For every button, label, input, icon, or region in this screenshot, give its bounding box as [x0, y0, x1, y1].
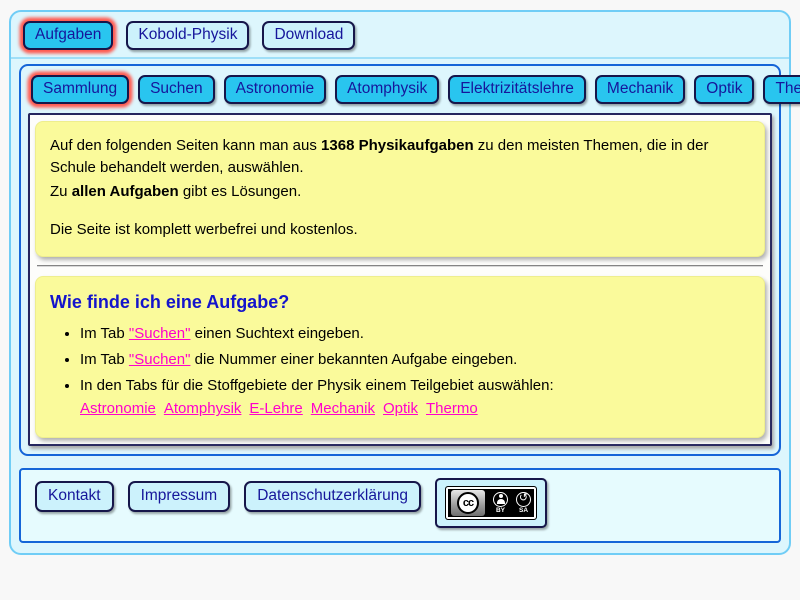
sub-nav-tab[interactable]: Suchen	[138, 75, 215, 104]
sub-nav-tab[interactable]: Astronomie	[224, 75, 326, 104]
intro-line2-post: gibt es Lösungen.	[179, 183, 302, 200]
topic-link[interactable]: Thermo	[426, 400, 478, 417]
cc-sa-column: ↺ SA	[516, 492, 531, 515]
attribution-person-icon	[493, 492, 508, 507]
footer-button[interactable]: Kontakt	[35, 481, 114, 512]
topic-link[interactable]: Atomphysik	[164, 400, 242, 417]
intro-line-2: Zu allen Aufgaben gibt es Lösungen.	[50, 181, 750, 203]
intro-line2-pre: Zu	[50, 183, 72, 200]
sub-nav-tab[interactable]: Atomphysik	[335, 75, 439, 104]
howto-list: Im Tab "Suchen" einen Suchtext eingeben.…	[50, 323, 750, 420]
topic-link[interactable]: Astronomie	[80, 400, 156, 417]
howto-panel: Wie finde ich eine Aufgabe? Im Tab "Such…	[35, 276, 765, 438]
top-nav-tab[interactable]: Download	[262, 21, 355, 50]
howto-item-search-number: Im Tab "Suchen" die Nummer einer bekannt…	[80, 349, 750, 371]
cc-icon: cc	[457, 492, 479, 514]
sub-nav-tab[interactable]: Mechanik	[595, 75, 685, 104]
content-box: Auf den folgenden Seiten kann man aus 13…	[28, 113, 772, 446]
cc-by-column: BY	[493, 492, 508, 515]
howto-item2-pre: Im Tab	[80, 351, 129, 368]
cc-logo-background: cc	[451, 490, 485, 516]
howto-item-topics: In den Tabs für die Stoffgebiete der Phy…	[80, 375, 750, 421]
license-button[interactable]: cc BY ↺ SA	[435, 478, 547, 528]
topic-link[interactable]: Optik	[383, 400, 418, 417]
top-nav-tab[interactable]: Aufgaben	[23, 21, 113, 50]
sub-nav: Sammlung Suchen Astronomie Atomphysik El…	[28, 75, 772, 113]
howto-item-search-text: Im Tab "Suchen" einen Suchtext eingeben.	[80, 323, 750, 345]
intro-line2-bold: allen Aufgaben	[72, 183, 179, 200]
topic-links: Astronomie Atomphysik E-Lehre Mechanik Optik…	[80, 398, 750, 420]
howto-item1-pre: Im Tab	[80, 325, 129, 342]
cc-by-sa-badge: cc BY ↺ SA	[445, 486, 537, 520]
howto-item3-text: In den Tabs für die Stoffgebiete der Phy…	[80, 377, 554, 394]
footer: Kontakt Impressum Datenschutzerklärung cc …	[19, 468, 781, 543]
footer-buttons: Kontakt Impressum Datenschutzerklärung	[35, 481, 421, 512]
intro-line1-pre: Auf den folgenden Seiten kann man aus	[50, 137, 321, 154]
footer-button[interactable]: Impressum	[128, 481, 231, 512]
howto-item2-post: die Nummer einer bekannten Aufgabe einge…	[190, 351, 517, 368]
topic-link[interactable]: Mechanik	[311, 400, 375, 417]
howto-item1-post: einen Suchtext eingeben.	[190, 325, 363, 342]
sub-nav-tab[interactable]: Thermodynamik	[763, 75, 800, 104]
task-count: 1368 Physikaufgaben	[321, 137, 474, 154]
by-label: BY	[496, 508, 505, 515]
suchen-link-2[interactable]: "Suchen"	[129, 351, 191, 368]
intro-line-3: Die Seite ist komplett werbefrei und kos…	[50, 219, 750, 241]
panel-divider	[37, 265, 763, 267]
main-box: Sammlung Suchen Astronomie Atomphysik El…	[19, 64, 781, 456]
topic-link[interactable]: E-Lehre	[249, 400, 302, 417]
footer-button[interactable]: Datenschutzerklärung	[244, 481, 421, 512]
suchen-link-1[interactable]: "Suchen"	[129, 325, 191, 342]
howto-title: Wie finde ich eine Aufgabe?	[50, 292, 750, 313]
sub-nav-tab[interactable]: Sammlung	[31, 75, 129, 104]
top-nav: Aufgaben Kobold-Physik Download	[11, 12, 789, 59]
sub-nav-tab[interactable]: Optik	[694, 75, 754, 104]
share-alike-arrow-icon: ↺	[516, 492, 531, 507]
intro-panel: Auf den folgenden Seiten kann man aus 13…	[35, 121, 765, 257]
sa-label: SA	[519, 508, 528, 515]
page-container: Aufgaben Kobold-Physik Download Sammlung…	[9, 10, 791, 555]
sub-nav-tab[interactable]: Elektrizitätslehre	[448, 75, 586, 104]
top-nav-tab[interactable]: Kobold-Physik	[126, 21, 249, 50]
intro-line-1: Auf den folgenden Seiten kann man aus 13…	[50, 135, 750, 179]
